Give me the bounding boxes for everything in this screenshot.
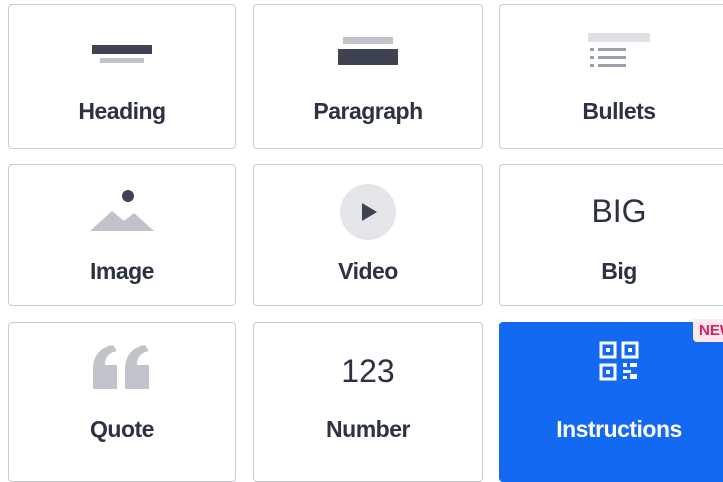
image-block-tile[interactable]: Image: [8, 164, 236, 306]
image-block-label: Image: [90, 258, 154, 284]
play-icon: [340, 184, 396, 240]
big-block-label: Big: [601, 258, 637, 284]
heading-icon: [92, 45, 152, 63]
instructions-block-label: Instructions: [556, 416, 682, 442]
bullets-block-label: Bullets: [582, 98, 656, 124]
big-text-icon: BIG: [591, 193, 647, 229]
number-block-label: Number: [326, 416, 410, 442]
paragraph-block-tile[interactable]: Paragraph: [253, 4, 483, 149]
quote-block-label: Quote: [90, 416, 154, 442]
video-block-tile[interactable]: Video: [253, 164, 483, 306]
heading-block-tile[interactable]: Heading: [8, 4, 236, 149]
bullets-icon: [588, 33, 650, 67]
number-block-tile[interactable]: 123 Number: [253, 322, 483, 482]
content-block-grid: Heading Paragraph Bullets Image Video BI…: [0, 0, 723, 482]
qr-code-icon: [599, 341, 639, 381]
video-block-label: Video: [338, 258, 398, 284]
big-block-tile[interactable]: BIG Big: [499, 164, 723, 306]
paragraph-icon: [338, 37, 398, 65]
quote-icon: [93, 345, 149, 389]
bullets-block-tile[interactable]: Bullets: [499, 4, 723, 149]
paragraph-block-label: Paragraph: [313, 98, 423, 124]
instructions-block-tile[interactable]: NEW Instructions: [499, 319, 723, 482]
image-icon: [90, 190, 154, 231]
quote-block-tile[interactable]: Quote: [8, 322, 236, 482]
new-badge: NEW: [693, 319, 723, 342]
number-text-icon: 123: [341, 353, 395, 389]
heading-block-label: Heading: [78, 98, 166, 124]
